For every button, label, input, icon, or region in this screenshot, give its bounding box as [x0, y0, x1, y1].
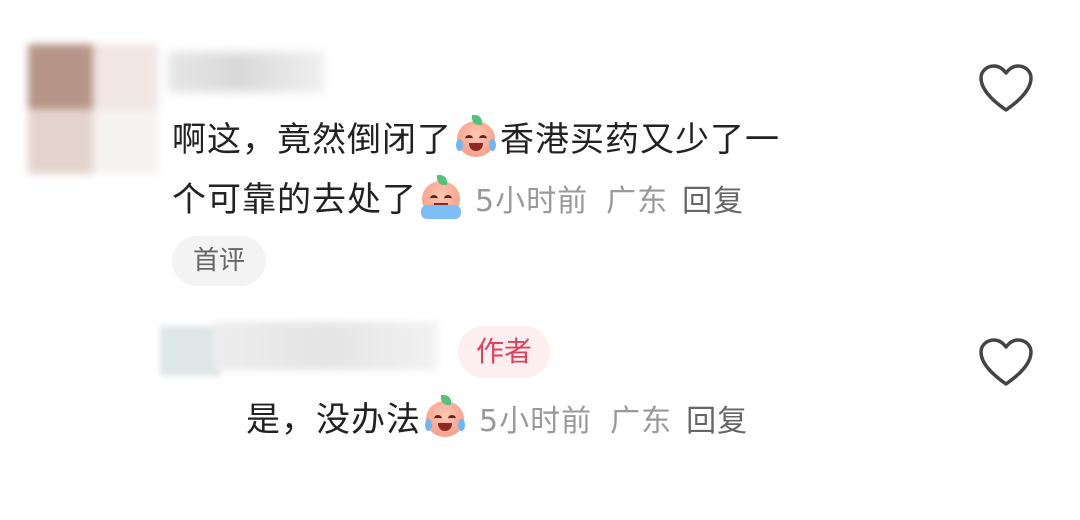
comment-text: 啊这，竟然倒闭了	[172, 120, 452, 160]
author-badge: 作者	[458, 326, 550, 378]
username-redacted[interactable]	[214, 322, 438, 370]
flood-crying-face-icon	[419, 175, 463, 219]
heart-icon[interactable]	[978, 338, 1034, 388]
avatar[interactable]	[160, 326, 220, 376]
comment-list: 啊这，竟然倒闭了 香港买药又少了一 个可靠的去处了 5小时前 广东 回复 首评 作者 是…	[0, 0, 1080, 520]
heart-icon[interactable]	[978, 64, 1034, 114]
reply-body: 是，没办法 5小时前 广东 回复	[246, 390, 748, 452]
reply-button[interactable]: 回复	[686, 404, 748, 439]
reply-time: 5小时前	[479, 404, 593, 439]
comment-meta: 5小时前 广东 回复	[475, 184, 744, 219]
comment-location: 广东	[606, 184, 669, 219]
username-redacted[interactable]	[168, 52, 324, 92]
reply-text: 是，没办法	[246, 400, 421, 440]
reply-location: 广东	[610, 404, 673, 439]
reply-meta: 5小时前 广东 回复	[479, 404, 748, 439]
comment-time: 5小时前	[475, 184, 589, 219]
crying-face-icon	[454, 115, 498, 159]
comment-text: 个可靠的去处了	[172, 180, 417, 220]
comment-text: 香港买药又少了一	[500, 120, 780, 160]
avatar[interactable]	[28, 44, 158, 174]
comment-body-line2: 个可靠的去处了 5小时前 广东 回复	[172, 170, 744, 232]
first-comment-badge: 首评	[172, 236, 266, 286]
reply-button[interactable]: 回复	[682, 184, 744, 219]
crying-face-icon	[423, 395, 467, 439]
comment-body: 啊这，竟然倒闭了 香港买药又少了一	[172, 110, 780, 170]
